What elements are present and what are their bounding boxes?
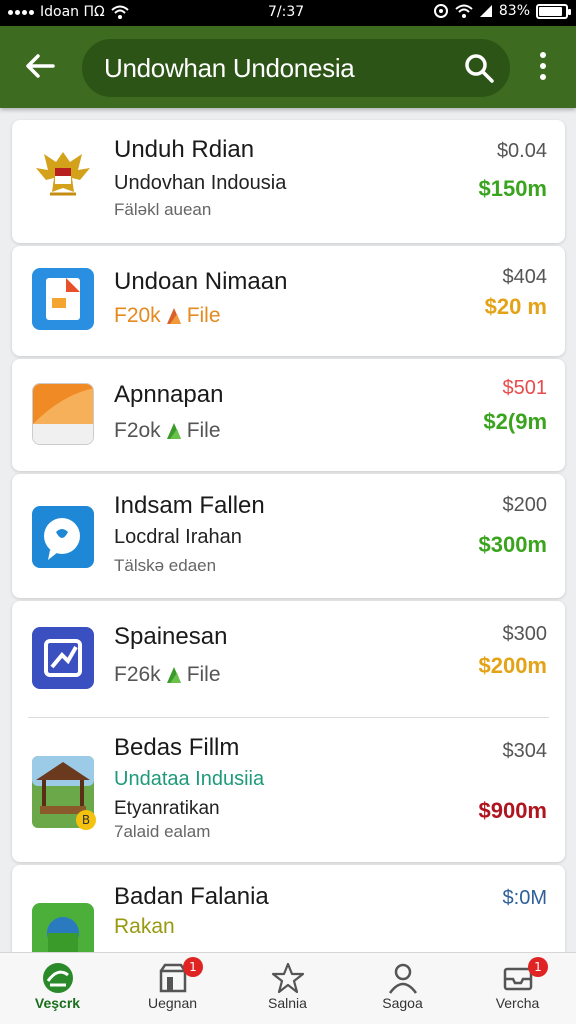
status-right: 83% — [433, 3, 571, 19]
item-file-label: File — [186, 419, 221, 442]
search-button[interactable] — [462, 51, 496, 85]
list-item[interactable]: Unduh Rdian Undovhan Indousia Fäləkl aue… — [12, 120, 565, 243]
status-left: Idoan ΠΩ — [8, 4, 129, 20]
search-icon — [465, 54, 494, 83]
nav-item-store[interactable]: 1 Uegnan — [115, 953, 230, 1024]
presentation-app-icon — [32, 383, 94, 445]
item-title: Apnnapan — [114, 381, 224, 408]
list-item[interactable]: Undoan Nimaan F20k File $404 $20 m — [12, 246, 565, 356]
item-subtitle: Undataa Indusiia — [114, 768, 265, 790]
item-file-info: F2ok File — [114, 419, 221, 443]
wifi-icon — [455, 4, 473, 18]
list-item[interactable]: B Bedas Fillm Undataa Indusiia Etyanrati… — [12, 718, 565, 862]
emblem-icon — [32, 144, 94, 206]
battery-percent: 83% — [498, 3, 530, 19]
item-meta: Tälskə edaen — [114, 556, 217, 575]
battery-fill — [539, 6, 563, 16]
item-price-new: $300m — [478, 532, 547, 557]
nav-badge: 1 — [528, 957, 548, 977]
gazebo-thumbnail: B — [32, 756, 96, 830]
item-title: Bedas Fillm — [114, 734, 240, 761]
search-bar[interactable]: Undowhan Undonesia — [82, 39, 510, 97]
user-icon — [388, 963, 418, 994]
item-price-old: $0.04 — [496, 140, 547, 162]
nav-badge: 1 — [183, 957, 203, 977]
item-file-size: F20k — [114, 304, 161, 327]
status-time: 7/:37 — [268, 4, 305, 20]
list-item[interactable]: Indsam Fallen Locdral Irahan Tälskə edae… — [12, 474, 565, 598]
nav-item-inbox[interactable]: 1 Vercha — [460, 953, 575, 1024]
sync-icon — [433, 4, 448, 18]
item-title: Undoan Nimaan — [114, 268, 288, 295]
list-item[interactable]: Badan Falania Rakan $:0M — [12, 865, 565, 965]
item-price-old: $404 — [502, 266, 548, 288]
file-type-icon — [166, 423, 181, 439]
item-price-new: $150m — [478, 176, 547, 201]
file-type-icon — [166, 667, 181, 683]
chat-app-icon — [32, 506, 94, 568]
cell-signal-icon — [479, 5, 492, 17]
item-meta: 7alaid ealam — [114, 822, 211, 841]
nav-label: Salnia — [268, 995, 307, 1011]
back-arrow-icon — [26, 54, 55, 78]
document-app-icon — [32, 268, 94, 330]
battery-icon — [536, 3, 571, 19]
app-bar: Undowhan Undonesia — [0, 26, 576, 108]
status-bar: Idoan ΠΩ 7/:37 83% — [0, 0, 576, 26]
item-price-new: $900m — [478, 798, 547, 823]
item-title: Badan Falania — [114, 883, 269, 910]
item-file-size: F26k — [114, 663, 161, 686]
item-price-new: $20 m — [484, 294, 547, 319]
signal-dots-icon — [8, 9, 34, 15]
item-file-size: F2ok — [114, 419, 161, 442]
thumbnail-badge: B — [76, 810, 96, 830]
nav-label: Uegnan — [147, 995, 198, 1011]
more-options-button[interactable] — [528, 46, 558, 86]
file-type-icon — [166, 308, 181, 324]
nav-label: Veşcrk — [34, 995, 81, 1011]
item-file-info: F26k File — [114, 663, 221, 687]
item-subtitle: Rakan — [114, 915, 175, 938]
nav-label: Vercha — [495, 995, 540, 1011]
item-title: Spainesan — [114, 623, 228, 650]
item-file-info: F20k File — [114, 304, 221, 328]
item-title: Unduh Rdian — [114, 136, 255, 163]
item-price-new: $2(9m — [483, 409, 547, 434]
star-icon — [271, 962, 305, 994]
item-price-old: $501 — [502, 377, 548, 399]
item-title: Indsam Fallen — [114, 492, 265, 519]
bottom-navigation: Veşcrk 1 Uegnan Salnia Sagoa 1 Vercha — [0, 952, 576, 1024]
item-price-old: $304 — [502, 740, 548, 762]
item-file-label: File — [186, 304, 221, 327]
item-file-label: File — [186, 663, 221, 686]
list-group: Spainesan F26k File $300 $200m B Bedas F… — [12, 601, 565, 862]
list-item[interactable]: Apnnapan F2ok File $501 $2(9m — [12, 359, 565, 471]
home-globe-icon — [43, 963, 73, 993]
search-input[interactable]: Undowhan Undonesia — [104, 53, 355, 84]
item-subtitle: Locdral Irahan — [114, 526, 242, 548]
item-price-old: $200 — [502, 494, 548, 516]
photo-edit-app-icon — [32, 627, 94, 689]
nav-label: Sagoa — [382, 995, 423, 1011]
item-subtitle: Undovhan Indousia — [114, 172, 287, 194]
nav-item-home[interactable]: Veşcrk — [0, 953, 115, 1024]
back-button[interactable] — [20, 46, 60, 86]
item-price-old: $300 — [502, 623, 548, 645]
item-meta: Fäləkl auean — [114, 200, 212, 219]
carrier-name: Idoan ΠΩ — [40, 4, 105, 20]
list-item[interactable]: Spainesan F26k File $300 $200m — [12, 601, 565, 717]
item-price-old: $:0M — [502, 887, 547, 909]
item-subtitle-2: Etyanratikan — [114, 798, 220, 819]
nav-item-profile[interactable]: Sagoa — [345, 953, 460, 1024]
wifi-icon — [111, 5, 129, 19]
item-price-new: $200m — [478, 653, 547, 678]
nav-item-favorites[interactable]: Salnia — [230, 953, 345, 1024]
